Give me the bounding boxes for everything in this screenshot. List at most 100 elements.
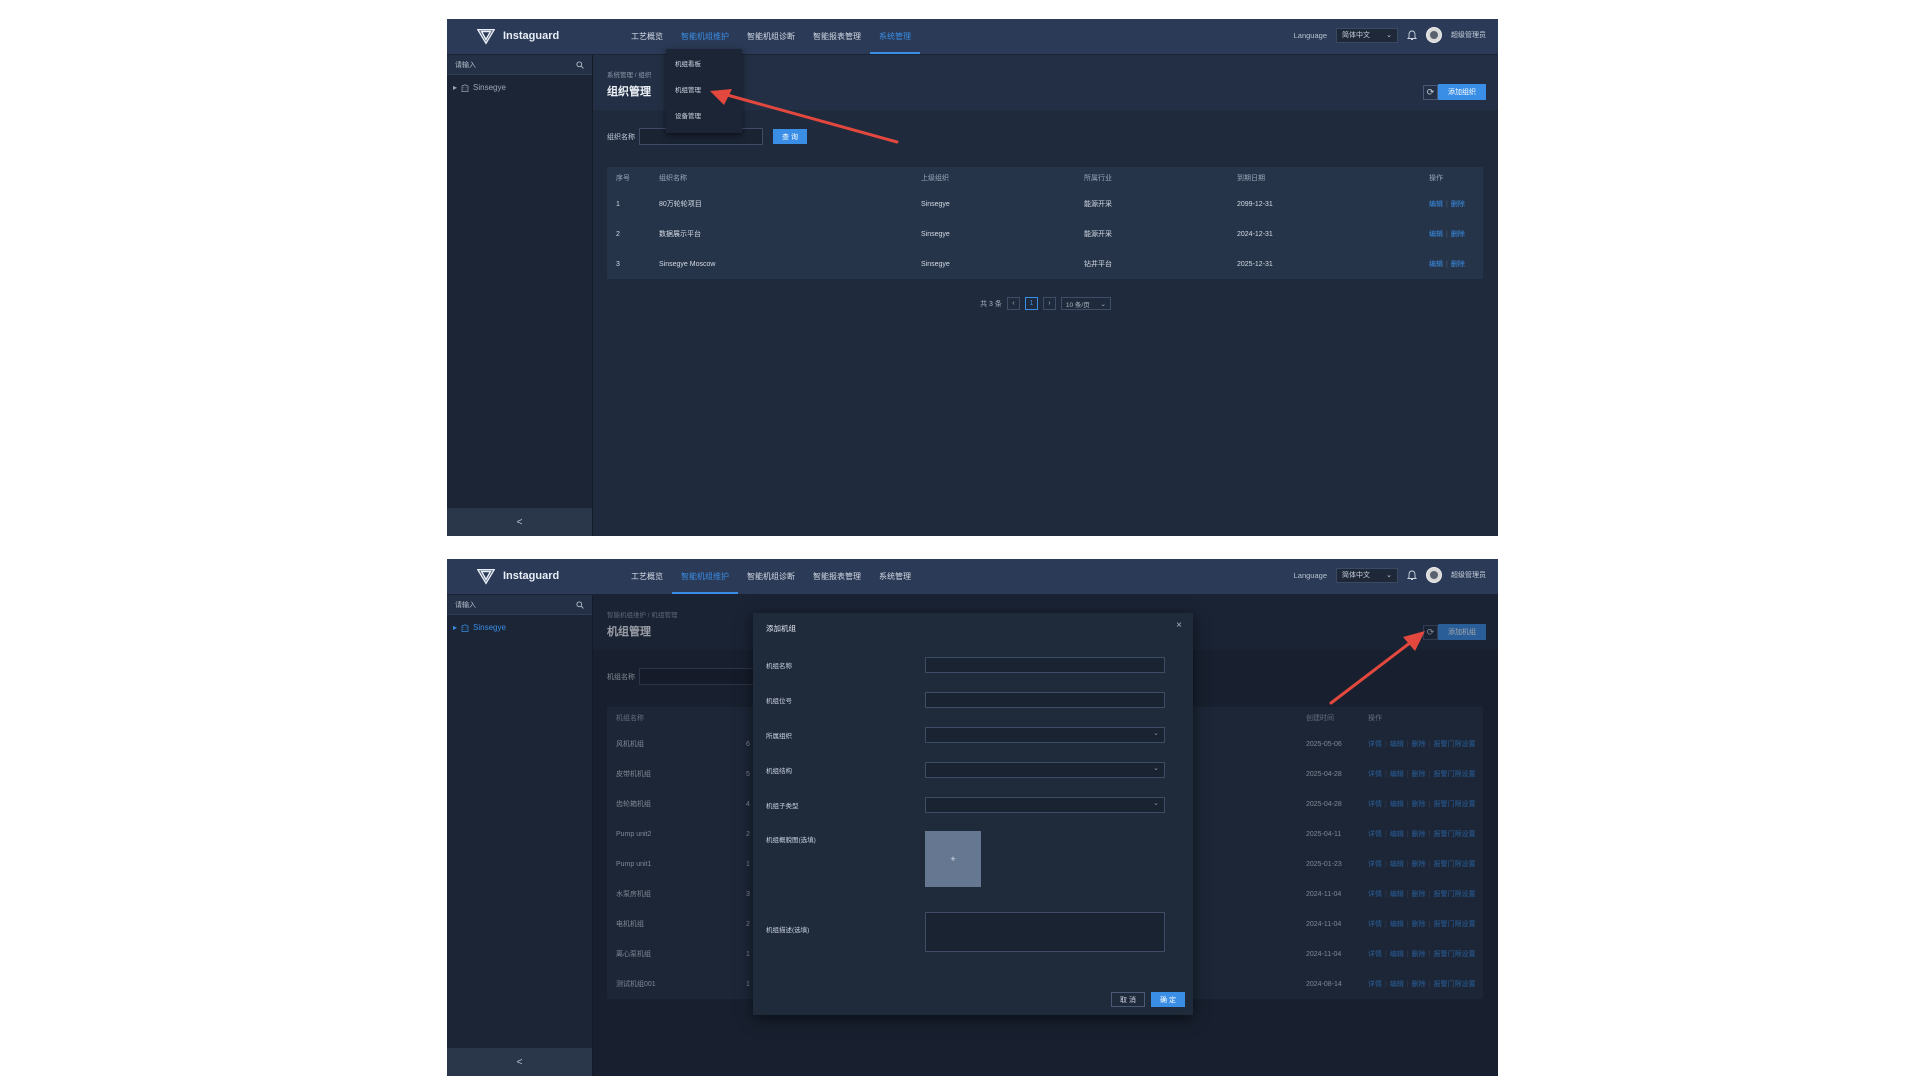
table-row[interactable]: 3 Sinsegye Moscow Sinsegye 钻井平台 2025-12-… xyxy=(607,249,1483,279)
confirm-button[interactable]: 确 定 xyxy=(1151,992,1185,1007)
caret-right-icon[interactable]: ▸ xyxy=(453,83,457,92)
cell-expiry: 2025-12-31 xyxy=(1237,260,1273,268)
tree-node-sinsegye[interactable]: ▸ Sinsegye xyxy=(453,623,506,632)
menu-unit-diagnosis[interactable]: 智能机组诊断 xyxy=(738,559,804,594)
menu-unit-maintenance[interactable]: 智能机组维护 xyxy=(672,559,738,594)
search-icon[interactable] xyxy=(576,600,584,609)
menu-system-management[interactable]: 系统管理 xyxy=(870,19,920,54)
sidebar-search-input[interactable]: 请输入 xyxy=(447,55,592,75)
cell-no: 1 xyxy=(616,200,620,208)
avatar[interactable] xyxy=(1426,27,1442,43)
caret-right-icon[interactable]: ▸ xyxy=(453,623,457,632)
tree-node-sinsegye[interactable]: ▸ Sinsegye xyxy=(453,83,506,92)
page-number-button[interactable]: 1 xyxy=(1024,297,1038,310)
language-label: Language xyxy=(1293,570,1327,580)
cell-name: Sinsegye Moscow xyxy=(659,260,716,268)
header-tools: Language 简体中文 ⌄ 超级管理员 xyxy=(1294,27,1486,43)
language-label: Language xyxy=(1293,30,1327,40)
sidebar-collapse-button[interactable]: < xyxy=(447,1048,592,1076)
sidebar: 请输入 ▸ Sinsegye < xyxy=(447,55,593,536)
top-navbar: Instaguard 工艺概览 智能机组维护 智能机组诊断 智能报表管理 系统管… xyxy=(447,559,1498,595)
menu-unit-diagnosis[interactable]: 智能机组诊断 xyxy=(738,19,804,54)
user-name[interactable]: 超级管理员 xyxy=(1451,570,1486,580)
delete-link[interactable]: 删除 xyxy=(1451,201,1465,208)
dropdown-item-device-management[interactable]: 设备管理 xyxy=(666,104,742,130)
dropdown-item-unit-dashboard[interactable]: 机组看板 xyxy=(666,52,742,78)
query-button[interactable]: 查 询 xyxy=(773,129,807,144)
menu-process-overview[interactable]: 工艺概览 xyxy=(622,559,672,594)
next-page-button[interactable]: › xyxy=(1042,297,1056,310)
cell-actions: 编辑 | 删除 xyxy=(1429,261,1465,268)
bell-icon[interactable] xyxy=(1407,30,1417,41)
tree-node-label: Sinsegye xyxy=(473,83,506,92)
unit-subtype-select[interactable]: ⌄ xyxy=(925,797,1165,813)
chevron-down-icon: ⌄ xyxy=(1386,572,1392,579)
brand-logo[interactable]: Instaguard xyxy=(477,567,559,585)
pagination: 共 3 条 ‹ 1 › 10 条/页 ⌄ xyxy=(593,297,1498,310)
chevron-left-icon: ‹ xyxy=(1012,300,1015,307)
cell-industry: 能源开采 xyxy=(1084,201,1112,208)
brand-logo[interactable]: Instaguard xyxy=(477,27,559,45)
unit-tag-field[interactable] xyxy=(925,692,1165,708)
field-label: 机组描述(选填) xyxy=(766,927,810,934)
bell-icon[interactable] xyxy=(1407,570,1417,581)
cell-name: 80万轮轮项目 xyxy=(659,201,702,208)
breadcrumb[interactable]: 系统管理 / 组织 xyxy=(607,69,651,79)
image-upload-button[interactable]: + xyxy=(925,831,981,887)
page-size-select[interactable]: 10 条/页 ⌄ xyxy=(1060,297,1111,310)
cell-no: 3 xyxy=(616,260,620,268)
search-icon[interactable] xyxy=(576,60,584,69)
tree-node-label: Sinsegye xyxy=(473,623,506,632)
sidebar-search-placeholder: 请输入 xyxy=(455,61,476,69)
delete-link[interactable]: 删除 xyxy=(1451,231,1465,238)
unit-structure-select[interactable]: ⌄ xyxy=(925,762,1165,778)
menu-report-management[interactable]: 智能报表管理 xyxy=(804,559,870,594)
delete-link[interactable]: 删除 xyxy=(1451,261,1465,268)
sidebar-collapse-button[interactable]: < xyxy=(447,508,592,536)
menu-system-management[interactable]: 系统管理 xyxy=(870,559,920,594)
language-select[interactable]: 简体中文 ⌄ xyxy=(1336,27,1398,43)
form-row-structure: 机组结构 ⌄ xyxy=(766,762,1168,780)
table-row[interactable]: 1 80万轮轮项目 Sinsegye 能源开采 2099-12-31 编辑 | 删除 xyxy=(607,189,1483,219)
organization-select[interactable]: ⌄ xyxy=(925,727,1165,743)
column-header: 操作 xyxy=(1429,175,1443,182)
form-row-unit-tag: 机组位号 xyxy=(766,692,1168,710)
cell-industry: 钻井平台 xyxy=(1084,261,1112,268)
description-textarea[interactable] xyxy=(925,912,1165,952)
column-header: 所属行业 xyxy=(1084,175,1112,182)
chevron-left-icon: < xyxy=(516,1056,523,1068)
dropdown-item-unit-management[interactable]: 机组管理 xyxy=(666,78,742,104)
table-row[interactable]: 2 数据展示平台 Sinsegye 能源开采 2024-12-31 编辑 | 删除 xyxy=(607,219,1483,249)
unit-name-field[interactable] xyxy=(925,657,1165,673)
sidebar-search-input[interactable]: 请输入 xyxy=(447,595,592,615)
edit-link[interactable]: 编辑 xyxy=(1429,231,1443,238)
cell-actions: 编辑 | 删除 xyxy=(1429,201,1465,208)
table-header: 序号 组织名称 上级组织 所属行业 到期日期 操作 xyxy=(607,167,1483,189)
form-row-unit-name: 机组名称 xyxy=(766,657,1168,675)
cell-industry: 能源开采 xyxy=(1084,231,1112,238)
refresh-button[interactable]: ⟳ xyxy=(1423,85,1438,100)
add-organization-button[interactable]: 添加组织 xyxy=(1438,84,1486,100)
header-tools: Language 简体中文 ⌄ 超级管理员 xyxy=(1294,567,1486,583)
menu-report-management[interactable]: 智能报表管理 xyxy=(804,19,870,54)
form-row-organization: 所属组织 ⌄ xyxy=(766,727,1168,745)
dialog-title: 添加机组 xyxy=(766,624,796,633)
screenshot-org-management: Instaguard 工艺概览 智能机组维护 智能机组诊断 智能报表管理 系统管… xyxy=(447,19,1498,536)
field-label: 机组名称 xyxy=(766,663,792,670)
cell-expiry: 2024-12-31 xyxy=(1237,230,1273,238)
sidebar: 请输入 ▸ Sinsegye < xyxy=(447,595,593,1076)
edit-link[interactable]: 编辑 xyxy=(1429,201,1443,208)
cell-parent: Sinsegye xyxy=(921,200,950,208)
edit-link[interactable]: 编辑 xyxy=(1429,261,1443,268)
logo-icon xyxy=(477,568,495,585)
chevron-left-icon: < xyxy=(516,516,523,528)
prev-page-button[interactable]: ‹ xyxy=(1006,297,1020,310)
cancel-button[interactable]: 取 消 xyxy=(1111,992,1145,1007)
cell-parent: Sinsegye xyxy=(921,230,950,238)
language-select[interactable]: 简体中文 ⌄ xyxy=(1336,567,1398,583)
avatar[interactable] xyxy=(1426,567,1442,583)
page-title: 组织管理 xyxy=(607,86,651,98)
user-name[interactable]: 超级管理员 xyxy=(1451,30,1486,40)
menu-process-overview[interactable]: 工艺概览 xyxy=(622,19,672,54)
close-icon[interactable]: × xyxy=(1176,620,1182,631)
